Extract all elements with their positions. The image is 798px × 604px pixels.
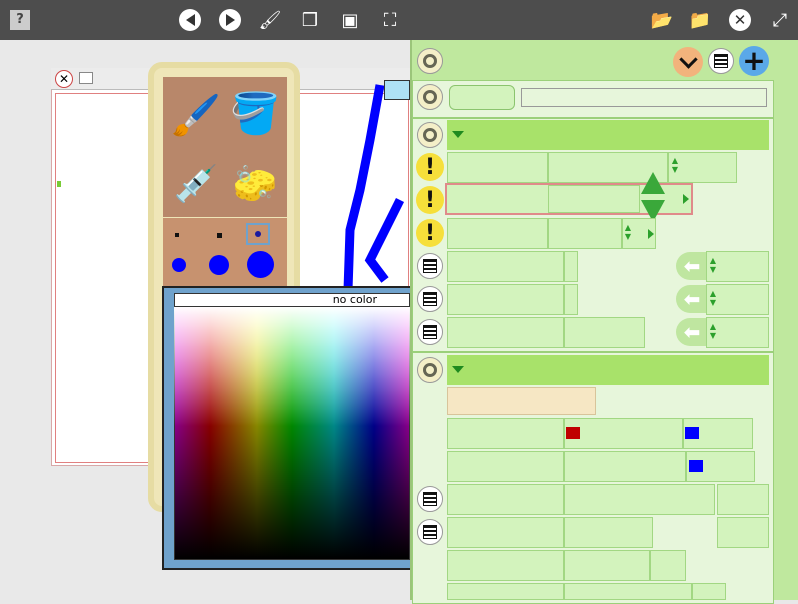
paint-tools: 🖌️ 🪣 💉 🧽 <box>163 77 287 217</box>
fullscreen-icon[interactable]: ⛶ <box>378 8 402 32</box>
brush-size-2[interactable] <box>217 233 222 238</box>
menu-icon[interactable] <box>417 486 443 512</box>
stepper-icon[interactable]: ▲ ▼ <box>624 223 632 243</box>
property-cell[interactable] <box>564 251 578 282</box>
property-cell[interactable] <box>447 317 564 348</box>
chevron-down-icon[interactable] <box>673 47 703 77</box>
folder-open-icon[interactable]: 📂 <box>650 8 674 32</box>
property-cell[interactable] <box>564 517 653 548</box>
box-icon[interactable]: ▣ <box>338 8 362 32</box>
warning-icon[interactable]: ! <box>416 186 444 214</box>
top-toolbar: ? 🖌 ❒ ▣ ⛶ 📂 📁 ✕ ⤢ <box>0 0 798 40</box>
brush-size-1[interactable] <box>175 233 179 237</box>
arrow-left-icon[interactable]: ⬅ <box>676 318 708 346</box>
collapse-triangle-icon[interactable] <box>452 131 464 138</box>
expand-arrow-icon[interactable] <box>648 229 654 239</box>
stepper-icon[interactable]: ▲ ▼ <box>709 322 717 342</box>
property-cell[interactable] <box>447 152 548 183</box>
cursor-marker <box>57 181 61 187</box>
brush-size-3-selected[interactable] <box>246 223 270 245</box>
window-collapse-icon[interactable] <box>79 72 93 84</box>
property-cell[interactable] <box>447 218 548 249</box>
property-cell[interactable] <box>447 451 564 482</box>
warning-icon[interactable]: ! <box>416 219 444 247</box>
close-icon[interactable]: ✕ <box>728 8 752 32</box>
color-gradient-light <box>174 306 410 426</box>
folder-import-icon[interactable]: 📁 <box>688 8 712 32</box>
property-cell[interactable] <box>650 550 686 581</box>
no-color-button[interactable]: no color <box>174 293 410 307</box>
expand-icon[interactable]: ⤢ <box>768 8 792 32</box>
arrow-left-icon[interactable]: ⬅ <box>676 285 708 313</box>
arrow-left-icon[interactable]: ⬅ <box>676 252 708 280</box>
property-cell[interactable] <box>564 550 650 581</box>
help-icon[interactable]: ? <box>8 8 32 32</box>
property-cell[interactable] <box>564 583 692 600</box>
property-cell[interactable] <box>447 251 564 282</box>
property-cell[interactable] <box>717 517 769 548</box>
package-icon[interactable]: ❒ <box>298 8 322 32</box>
brush-size-4[interactable] <box>172 258 186 272</box>
property-cell[interactable] <box>548 185 640 213</box>
property-cell[interactable] <box>564 317 645 348</box>
selected-sprite[interactable] <box>384 80 410 100</box>
brush-size-6[interactable] <box>247 251 274 278</box>
stepper-icon[interactable]: ▲ ▼ <box>709 256 717 276</box>
blue-swatch[interactable] <box>685 427 699 439</box>
name-field[interactable] <box>449 85 515 110</box>
brush-size-5[interactable] <box>209 255 229 275</box>
property-cell[interactable] <box>447 583 564 600</box>
gear-icon[interactable] <box>417 122 443 148</box>
brush-tool-icon[interactable]: 🖌️ <box>171 89 221 144</box>
brush-sizes <box>163 218 287 288</box>
value-field[interactable] <box>521 88 767 107</box>
gear-icon[interactable] <box>417 48 443 74</box>
property-cell[interactable] <box>692 583 726 600</box>
property-cell[interactable] <box>447 550 564 581</box>
text-field[interactable] <box>447 387 596 415</box>
eyedropper-icon[interactable]: 💉 <box>171 157 221 212</box>
property-cell[interactable] <box>447 484 564 515</box>
forward-icon[interactable] <box>218 8 242 32</box>
property-cell[interactable] <box>564 484 715 515</box>
blue-swatch-2[interactable] <box>689 460 703 472</box>
gear-icon[interactable] <box>417 357 443 383</box>
menu-icon[interactable] <box>708 48 734 74</box>
property-cell[interactable] <box>447 418 564 449</box>
warning-icon[interactable]: ! <box>416 153 444 181</box>
expand-arrow-icon[interactable] <box>683 194 689 204</box>
collapse-triangle-icon[interactable] <box>452 366 464 373</box>
property-cell[interactable] <box>564 451 686 482</box>
menu-icon[interactable] <box>417 253 443 279</box>
back-icon[interactable] <box>178 8 202 32</box>
paint-bucket-icon[interactable]: 🪣 <box>229 87 281 142</box>
stepper-icon[interactable]: ▲ ▼ <box>671 156 679 176</box>
color-cell[interactable] <box>564 418 683 449</box>
menu-icon[interactable] <box>417 286 443 312</box>
property-cell[interactable] <box>548 218 622 249</box>
drawing-strokes <box>343 84 405 291</box>
red-swatch[interactable] <box>566 427 580 439</box>
add-icon[interactable]: + <box>739 46 769 76</box>
property-cell[interactable] <box>447 517 564 548</box>
property-cell[interactable] <box>717 484 769 515</box>
eraser-icon[interactable]: 🧽 <box>229 157 281 212</box>
section-header[interactable] <box>447 120 769 150</box>
paint-brush-icon[interactable]: 🖌 <box>258 8 282 32</box>
property-cell[interactable] <box>447 284 564 315</box>
stepper-icon[interactable]: ▲ ▼ <box>709 289 717 309</box>
menu-icon[interactable] <box>417 519 443 545</box>
property-cell[interactable] <box>564 284 578 315</box>
gear-icon[interactable] <box>417 84 443 110</box>
section-header[interactable] <box>447 355 769 385</box>
window-close-icon[interactable]: ✕ <box>55 70 73 88</box>
menu-icon[interactable] <box>417 319 443 345</box>
